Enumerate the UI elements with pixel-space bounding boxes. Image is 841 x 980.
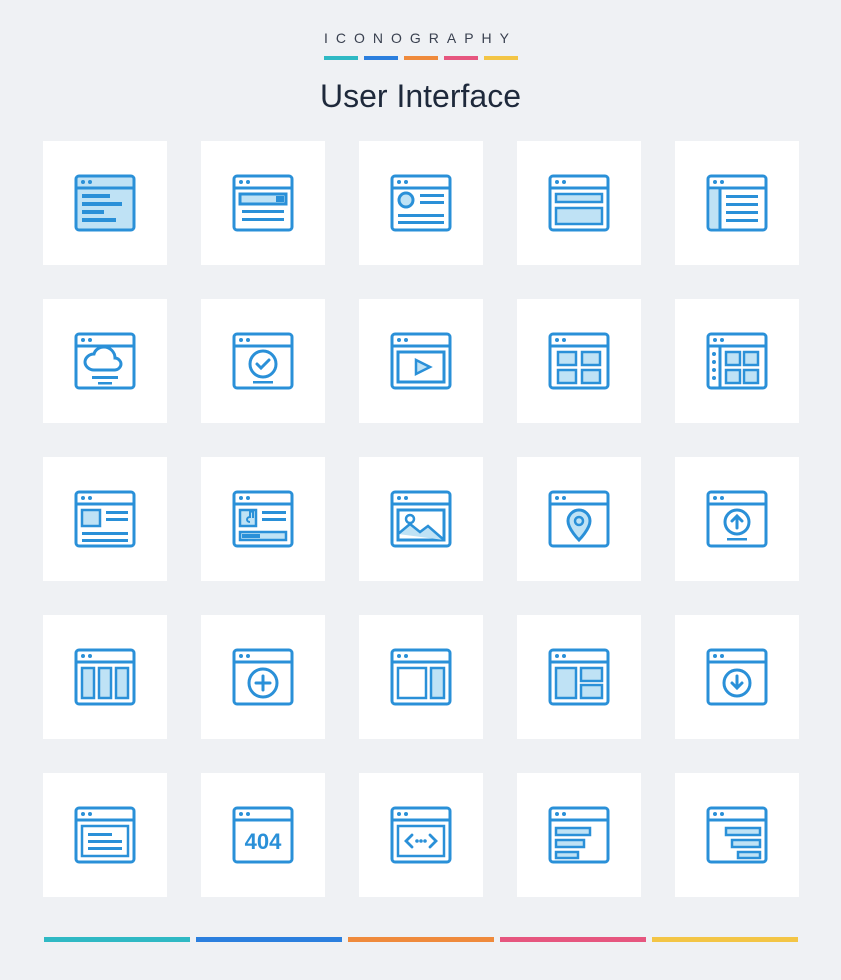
- page-title: User Interface: [320, 78, 521, 115]
- icon-tile: [359, 299, 483, 423]
- icon-tile: [675, 457, 799, 581]
- browser-side-grid-icon: [702, 326, 772, 396]
- icon-tile: [201, 615, 325, 739]
- icon-tile: [517, 141, 641, 265]
- header-label: ICONOGRAPHY: [324, 30, 517, 46]
- browser-three-columns-icon: [70, 642, 140, 712]
- icon-tile: [359, 457, 483, 581]
- icon-tile: [517, 457, 641, 581]
- browser-image-icon: [386, 484, 456, 554]
- icon-tile: [43, 299, 167, 423]
- browser-grid-four-icon: [544, 326, 614, 396]
- browser-sidebar-list-icon: [702, 168, 772, 238]
- browser-search-field-icon: [228, 168, 298, 238]
- browser-code-brackets-icon: [386, 800, 456, 870]
- browser-main-sidebar-icon: [386, 642, 456, 712]
- icon-tile: [43, 773, 167, 897]
- icon-tile: 404: [201, 773, 325, 897]
- header-divider: [324, 56, 518, 60]
- browser-mixed-layout-icon: [544, 642, 614, 712]
- icon-tile: [675, 615, 799, 739]
- icon-tile: [43, 141, 167, 265]
- icon-tile: [359, 615, 483, 739]
- icon-tile: [43, 457, 167, 581]
- icon-tile: [675, 773, 799, 897]
- icon-tile: [517, 773, 641, 897]
- svg-text:404: 404: [244, 829, 281, 854]
- browser-rows-right-icon: [702, 800, 772, 870]
- icon-tile: [43, 615, 167, 739]
- browser-cloud-icon: [70, 326, 140, 396]
- icon-tile: [359, 773, 483, 897]
- browser-banner-page-icon: [544, 168, 614, 238]
- browser-404-error-icon: 404: [228, 800, 298, 870]
- browser-music-player-icon: [228, 484, 298, 554]
- browser-rows-left-icon: [544, 800, 614, 870]
- footer-divider: [44, 937, 798, 942]
- browser-text-block-icon: [70, 800, 140, 870]
- browser-download-icon: [702, 642, 772, 712]
- browser-checkmark-icon: [228, 326, 298, 396]
- icon-tile: [359, 141, 483, 265]
- icon-grid: 404: [43, 141, 799, 897]
- icon-tile: [675, 141, 799, 265]
- browser-video-play-icon: [386, 326, 456, 396]
- icon-tile: [201, 457, 325, 581]
- browser-map-pin-icon: [544, 484, 614, 554]
- icon-tile: [517, 299, 641, 423]
- browser-profile-card-icon: [386, 168, 456, 238]
- icon-tile: [201, 299, 325, 423]
- icon-tile: [517, 615, 641, 739]
- icon-tile: [675, 299, 799, 423]
- browser-article-card-icon: [70, 484, 140, 554]
- browser-add-plus-icon: [228, 642, 298, 712]
- icon-tile: [201, 141, 325, 265]
- browser-upload-icon: [702, 484, 772, 554]
- browser-code-lines-icon: [70, 168, 140, 238]
